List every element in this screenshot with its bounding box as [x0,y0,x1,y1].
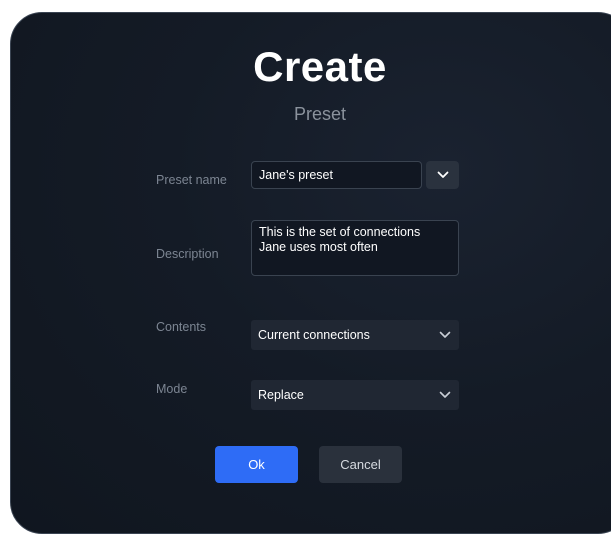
description-value: This is the set of connections Jane uses… [259,225,421,254]
contents-selected-value: Current connections [258,328,370,342]
mode-selected-value: Replace [258,388,304,402]
chevron-down-icon [437,171,449,179]
dialog-title: Create [253,43,387,90]
chevron-down-icon [439,391,451,399]
mode-select[interactable]: Replace [251,380,459,410]
preset-name-value: Jane's preset [259,168,333,182]
preset-name-label: Preset name [156,173,227,187]
cancel-button[interactable]: Cancel [319,446,402,483]
mode-label: Mode [156,382,188,396]
dialog-subtitle: Preset [293,104,347,124]
contents-select[interactable]: Current connections [251,320,459,350]
chevron-down-icon [439,331,451,339]
description-textarea[interactable]: This is the set of connections Jane uses… [251,220,459,276]
description-label: Description [156,247,219,261]
preset-name-input[interactable]: Jane's preset [251,161,422,189]
ok-button[interactable]: Ok [215,446,298,483]
preset-name-dropdown-button[interactable] [426,161,459,189]
contents-label: Contents [156,320,207,334]
